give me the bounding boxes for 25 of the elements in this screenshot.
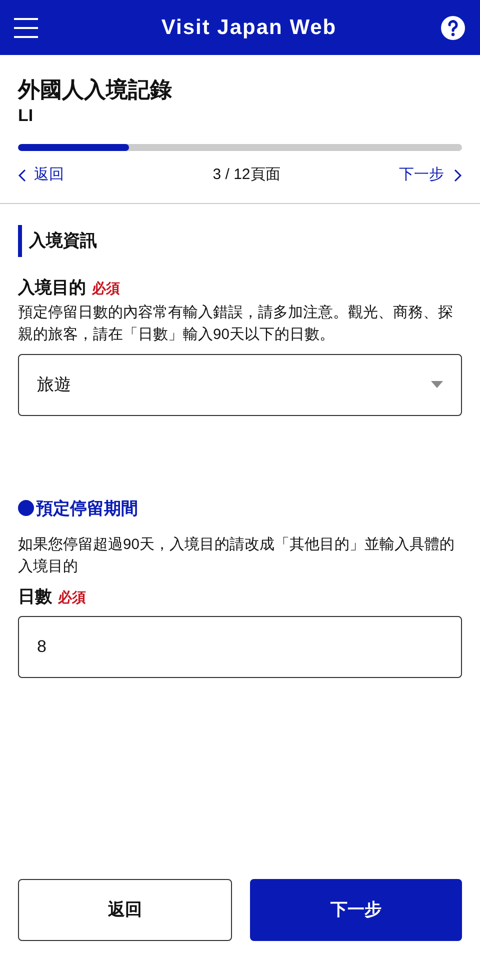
- stay-title: 預定停留期間: [36, 498, 138, 520]
- applicant-name: LI: [18, 105, 34, 127]
- page-title: 外國人入境記錄: [18, 76, 173, 104]
- field-label: 日數: [18, 586, 52, 608]
- bullet-icon: [18, 500, 34, 516]
- page-counter: 3 / 12頁面: [212, 164, 280, 185]
- purpose-note: 預定停留日數的內容常有輸入錯誤，請多加注意。觀光、商務、探親的旅客，請在「日數」輸入90天以下的日數。: [18, 303, 454, 344]
- field-label: 入境目的: [18, 277, 86, 299]
- app-title: Visit Japan Web: [161, 14, 337, 41]
- chevron-left-icon: [18, 168, 26, 182]
- help-icon[interactable]: [440, 14, 466, 40]
- required-tag: 必須: [58, 587, 86, 608]
- stay-note: 如果您停留超過90天，入境目的請改成「其他目的」並輸入具體的入境目的: [18, 536, 456, 577]
- next-link[interactable]: 下一步: [399, 164, 462, 186]
- chevron-right-icon: [454, 168, 462, 182]
- required-tag: 必須: [92, 278, 120, 299]
- back-button[interactable]: 返回: [18, 879, 232, 941]
- purpose-select[interactable]: 旅遊: [18, 354, 462, 416]
- section-accent: [18, 225, 22, 257]
- dropdown-icon: [431, 381, 443, 388]
- back-link[interactable]: 返回: [18, 164, 64, 186]
- section-title: 入境資訊: [29, 230, 97, 252]
- days-input[interactable]: 8: [18, 616, 462, 678]
- menu-icon[interactable]: [14, 18, 38, 38]
- next-button[interactable]: 下一步: [250, 879, 462, 941]
